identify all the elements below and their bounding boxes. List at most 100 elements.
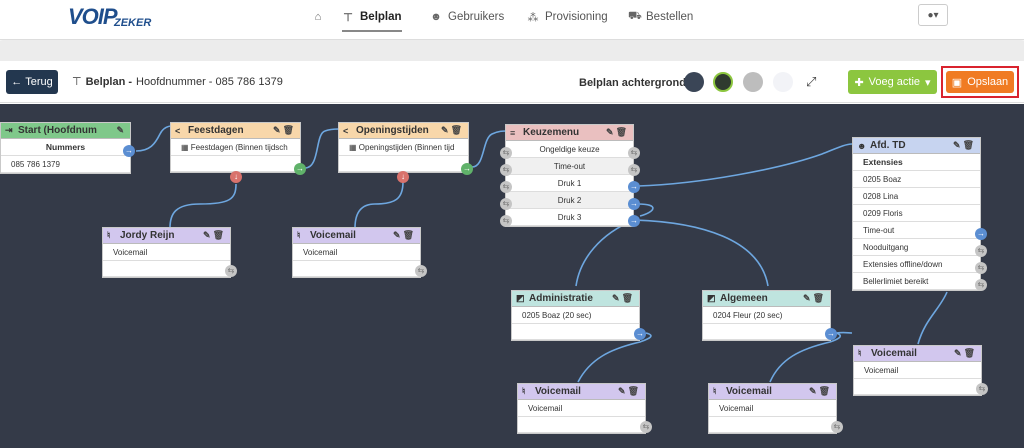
- output-port-icon[interactable]: ⇆: [975, 245, 987, 257]
- home-icon: ⌂: [314, 11, 322, 23]
- save-button[interactable]: ▣ Opslaan: [946, 71, 1014, 93]
- node-voicemail-4[interactable]: ♮ Voicemail ✎🗑 Voicemail ⇆: [853, 345, 988, 396]
- node-algemeen-row: 0204 Fleur (20 sec): [703, 307, 830, 324]
- node-algemeen-title: Algemeen: [720, 293, 768, 304]
- callflow-canvas[interactable]: ⇥ Start (Hoofdnum ✎ Nummers 085 786 1379…: [0, 104, 1024, 448]
- list-icon: ≡: [510, 127, 516, 138]
- output-port-icon[interactable]: ⇆: [640, 421, 652, 433]
- node-feestdagen[interactable]: < Feestdagen ✎🗑 ▦ Feestdagen (Binnen tij…: [170, 122, 306, 183]
- user-square-icon: ◩: [516, 293, 525, 303]
- input-port-icon[interactable]: ⇆: [500, 198, 512, 210]
- node-keuzemenu[interactable]: ≡ Keuzemenu ✎🗑 Ongeldige keuze Time-out …: [500, 124, 640, 227]
- node-feestdagen-row: ▦ Feestdagen (Binnen tijdsch: [171, 139, 300, 156]
- node-openingstijden[interactable]: < Openingstijden ✎🗑 ▦ Openingstijden (Bi…: [338, 122, 473, 183]
- background-swatch-dark[interactable]: [684, 72, 704, 92]
- keuzemenu-option: Druk 3: [506, 209, 633, 226]
- input-port-icon[interactable]: ⇆: [500, 181, 512, 193]
- node-start[interactable]: ⇥ Start (Hoofdnum ✎ Nummers 085 786 1379…: [0, 122, 135, 174]
- output-port-icon[interactable]: ⇆: [415, 265, 427, 277]
- breadcrumb-section: Belplan -: [85, 75, 133, 88]
- edit-delete-icons[interactable]: ✎🗑: [203, 230, 226, 241]
- output-port-icon[interactable]: →: [628, 181, 640, 193]
- wire-druk2-loop: [637, 203, 654, 217]
- edit-delete-icons[interactable]: ✎🗑: [803, 293, 826, 304]
- voipzeker-logo[interactable]: VOIP ZEKER: [68, 4, 158, 32]
- nav-bestellen[interactable]: ⛟ Bestellen: [628, 6, 693, 28]
- node-jordy-empty: [103, 261, 230, 277]
- node-feestdagen-title: Feestdagen: [188, 125, 244, 136]
- user-icon: ●▾: [927, 9, 939, 21]
- yes-port-icon[interactable]: →: [294, 163, 306, 175]
- output-port-icon[interactable]: →: [628, 215, 640, 227]
- no-port-icon[interactable]: ↓: [397, 171, 409, 183]
- node-openingstijden-header: < Openingstijden ✎🗑: [339, 123, 468, 139]
- edit-delete-icons[interactable]: ✎🗑: [273, 125, 296, 136]
- output-port-icon[interactable]: →: [628, 198, 640, 210]
- node-administratie[interactable]: ◩ Administratie ✎🗑 0205 Boaz (20 sec) →: [511, 290, 646, 341]
- nav-gebruikers[interactable]: ☻ Gebruikers: [430, 6, 504, 28]
- input-port-icon[interactable]: ⇆: [500, 147, 512, 159]
- node-jordy-title: Jordy Reijn: [120, 230, 175, 241]
- node-feestdagen-empty: [171, 156, 300, 172]
- no-port-icon[interactable]: ↓: [230, 171, 242, 183]
- edit-delete-icons[interactable]: ✎🗑: [954, 348, 977, 359]
- caret-down-icon: ▾: [925, 76, 931, 89]
- node-voicemail-4-title: Voicemail: [871, 348, 917, 359]
- yes-port-icon[interactable]: →: [461, 163, 473, 175]
- node-algemeen[interactable]: ◩ Algemeen ✎🗑 0204 Fleur (20 sec) →: [702, 290, 837, 341]
- nav-provisioning[interactable]: ⁂ Provisioning: [527, 6, 608, 28]
- wire-druk3-algemeen: [633, 219, 769, 287]
- arrow-left-icon: ←: [11, 76, 23, 88]
- output-port-icon[interactable]: ⇆: [975, 279, 987, 291]
- edit-delete-icons[interactable]: ✎🗑: [809, 386, 832, 397]
- output-port-icon[interactable]: →: [975, 228, 987, 240]
- node-voicemail-3-row: Voicemail: [709, 400, 836, 417]
- output-port-icon[interactable]: ⇆: [225, 265, 237, 277]
- edit-delete-icons[interactable]: ✎🗑: [393, 230, 416, 241]
- keuzemenu-option: Druk 2: [506, 192, 633, 209]
- microphone-icon: ♮: [297, 230, 301, 240]
- background-swatch-selected[interactable]: [713, 72, 733, 92]
- share-icon: <: [343, 125, 349, 136]
- edit-delete-icons[interactable]: ✎🗑: [612, 293, 635, 304]
- nav-belplan[interactable]: ⊤ Belplan: [342, 6, 402, 32]
- keuzemenu-option: Ongeldige keuze: [506, 141, 633, 158]
- node-voicemail-3[interactable]: ♮ Voicemail ✎🗑 Voicemail ⇆: [708, 383, 843, 434]
- nav-belplan-label: Belplan: [360, 11, 402, 23]
- edit-delete-icons[interactable]: ✎🗑: [441, 125, 464, 136]
- output-port-icon[interactable]: →: [634, 328, 646, 340]
- node-voicemail-2[interactable]: ♮ Voicemail ✎🗑 Voicemail ⇆: [517, 383, 652, 434]
- edit-delete-icons[interactable]: ✎🗑: [606, 127, 629, 138]
- background-swatch-light[interactable]: [773, 72, 793, 92]
- node-openingstijden-empty: [339, 156, 468, 172]
- afd-td-row: Bellerlimiet bereikt: [853, 273, 980, 290]
- afd-td-row: Nooduitgang: [853, 239, 980, 256]
- microphone-icon: ♮: [713, 386, 717, 396]
- output-port-icon[interactable]: ⇆: [831, 421, 843, 433]
- output-port-icon[interactable]: ⇆: [628, 147, 640, 159]
- fullscreen-icon[interactable]: ⤢: [806, 74, 816, 90]
- connect-port-icon[interactable]: →: [123, 145, 135, 157]
- input-port-icon[interactable]: ⇆: [500, 215, 512, 227]
- breadcrumb: ⊤ Belplan - Hoofdnummer - 085 786 1379: [72, 75, 283, 89]
- output-port-icon[interactable]: ⇆: [975, 262, 987, 274]
- sign-in-icon: ⇥: [5, 125, 13, 135]
- node-jordy-reijn[interactable]: ♮ Jordy Reijn ✎🗑 Voicemail ⇆: [102, 227, 237, 278]
- user-menu-button[interactable]: ●▾: [918, 4, 948, 26]
- output-port-icon[interactable]: ⇆: [976, 383, 988, 395]
- node-voicemail-1[interactable]: ♮ Voicemail ✎🗑 Voicemail ⇆: [292, 227, 427, 278]
- node-afd-td[interactable]: ☻ Afd. TD ✎🗑 Extensies 0205 Boaz 0208 Li…: [852, 137, 987, 291]
- output-port-icon[interactable]: ⇆: [628, 164, 640, 176]
- edit-delete-icons[interactable]: ✎🗑: [953, 140, 976, 151]
- add-action-button[interactable]: ✚ Voeg actie ▾: [848, 70, 937, 94]
- nav-home[interactable]: ⌂: [312, 6, 330, 28]
- node-voicemail-4-header: ♮ Voicemail ✎🗑: [854, 346, 981, 362]
- afd-td-row: 0205 Boaz: [853, 171, 980, 188]
- output-port-icon[interactable]: →: [825, 328, 837, 340]
- edit-delete-icons[interactable]: ✎🗑: [618, 386, 641, 397]
- back-button[interactable]: ← Terug: [6, 70, 58, 94]
- edit-icon[interactable]: ✎: [116, 125, 126, 136]
- wire-openingstijden-vm1: [354, 181, 404, 229]
- background-swatch-gray[interactable]: [743, 72, 763, 92]
- input-port-icon[interactable]: ⇆: [500, 164, 512, 176]
